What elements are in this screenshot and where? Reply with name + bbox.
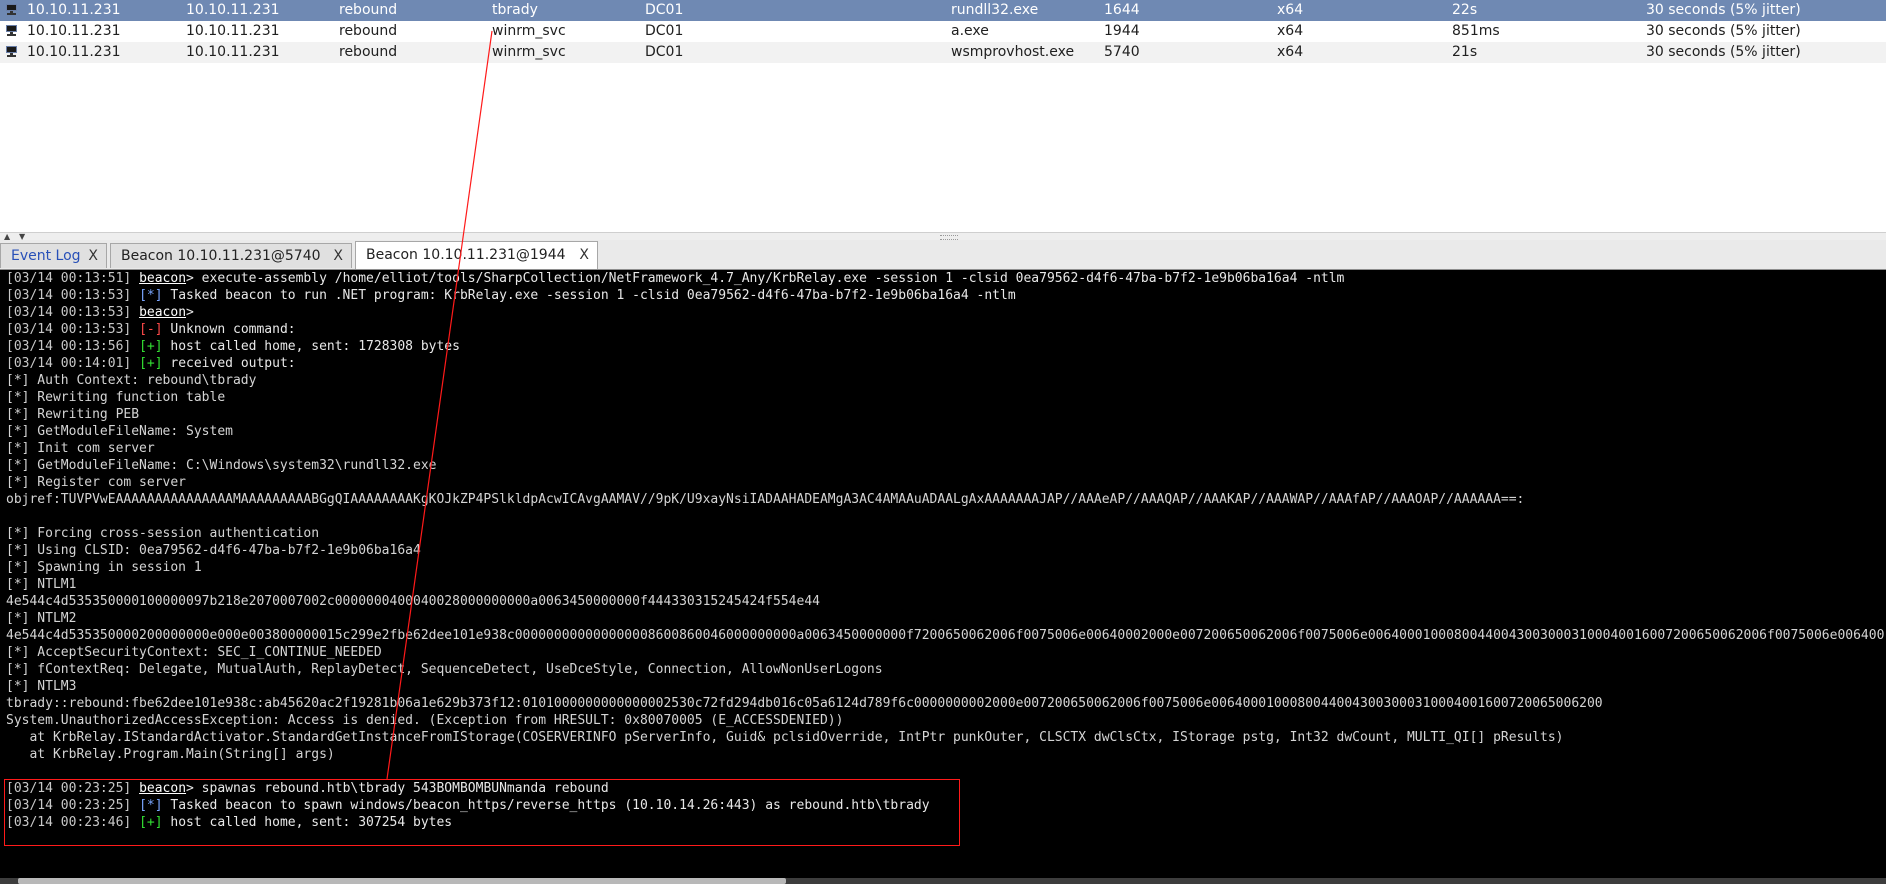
- scrollbar-thumb[interactable]: [18, 878, 786, 884]
- tab-event-log[interactable]: Event Log X: [0, 243, 107, 268]
- command-text: > execute-assembly /home/elliot/tools/Sh…: [186, 271, 1345, 286]
- beacon-prompt: beacon: [139, 271, 187, 286]
- output-line: [*] Forcing cross-session authentication: [6, 526, 320, 541]
- console-line: [03/14 00:13:56] [+] host called home, s…: [6, 338, 460, 355]
- message-text: received output:: [162, 356, 296, 371]
- pid-cell: 1944: [1104, 23, 1140, 39]
- arch-cell: x64: [1277, 44, 1304, 60]
- beacon-prompt: beacon: [139, 305, 187, 320]
- output-line: [*] Register com server: [6, 475, 187, 490]
- sleep-cell: 30 seconds (5% jitter): [1646, 2, 1801, 18]
- output-line: [*] AcceptSecurityContext: SEC_I_CONTINU…: [6, 645, 382, 660]
- error-tag: [-]: [139, 322, 163, 337]
- user-cell: winrm_svc: [492, 44, 566, 60]
- listener-cell: rebound: [339, 44, 398, 60]
- tab-beacon-1944[interactable]: Beacon 10.10.11.231@1944 X: [355, 241, 598, 269]
- external-ip-cell: 10.10.11.231: [27, 2, 121, 18]
- message-text: Unknown command:: [162, 322, 296, 337]
- pid-cell: 1644: [1104, 2, 1140, 18]
- last-seen-cell: 21s: [1452, 44, 1478, 60]
- message-text: Tasked beacon to run .NET program: KrbRe…: [162, 288, 1016, 303]
- output-line: System.UnauthorizedAccessException: Acce…: [6, 713, 844, 728]
- output-line: [*] Using CLSID: 0ea79562-d4f6-47ba-b7f2…: [6, 543, 421, 558]
- command-text: >: [186, 305, 194, 320]
- horizontal-scrollbar[interactable]: [0, 878, 1886, 884]
- listener-cell: rebound: [339, 23, 398, 39]
- beacon-computer-icon: [5, 25, 18, 37]
- tab-label: Event Log: [11, 248, 81, 264]
- close-tab-icon[interactable]: X: [88, 244, 98, 268]
- output-line: 4e544c4d535350000200000000e000e003800000…: [6, 628, 1885, 643]
- console-line: [03/14 00:14:01] [+] received output:: [6, 355, 296, 372]
- output-line: [*] NTLM3: [6, 679, 77, 694]
- output-line: tbrady::rebound:fbe62dee101e938c:ab45620…: [6, 696, 1603, 711]
- beacon-row[interactable]: 10.10.11.231 10.10.11.231 rebound tbrady…: [0, 0, 1886, 21]
- process-cell: wsmprovhost.exe: [951, 44, 1075, 60]
- timestamp: [03/14 00:13:51]: [6, 271, 132, 286]
- user-cell: tbrady: [492, 2, 538, 18]
- message-text: host called home, sent: 1728308 bytes: [162, 339, 460, 354]
- beacon-row[interactable]: 10.10.11.231 10.10.11.231 rebound winrm_…: [0, 21, 1886, 42]
- timestamp: [03/14 00:13:53]: [6, 305, 132, 320]
- output-line: objref:TUVPVwEAAAAAAAAAAAAAAAMAAAAAAAAAB…: [6, 492, 1525, 507]
- output-line: [*] GetModuleFileName: System: [6, 424, 233, 439]
- console-line: [03/14 00:13:53] beacon>: [6, 304, 194, 321]
- tab-label: Beacon 10.10.11.231@1944: [366, 247, 566, 263]
- close-tab-icon[interactable]: X: [579, 242, 589, 269]
- tab-beacon-5740[interactable]: Beacon 10.10.11.231@5740 X: [110, 243, 352, 268]
- output-line: 4e544c4d535350000100000097b218e207000700…: [6, 594, 820, 609]
- console-line: [03/14 00:13:51] beacon> execute-assembl…: [6, 270, 1344, 287]
- timestamp: [03/14 00:14:01]: [6, 356, 132, 371]
- sleep-cell: 30 seconds (5% jitter): [1646, 23, 1801, 39]
- internal-ip-cell: 10.10.11.231: [186, 23, 280, 39]
- computer-cell: DC01: [645, 23, 684, 39]
- highlight-annotation-box: [4, 779, 960, 846]
- output-line: at KrbRelay.IStandardActivator.StandardG…: [6, 730, 1564, 745]
- computer-cell: DC01: [645, 2, 684, 18]
- output-line: [*] Rewriting function table: [6, 390, 226, 405]
- output-line: at KrbRelay.Program.Main(String[] args): [6, 747, 335, 762]
- process-cell: a.exe: [951, 23, 989, 39]
- beacon-computer-icon: [5, 46, 18, 58]
- listener-cell: rebound: [339, 2, 398, 18]
- timestamp: [03/14 00:13:53]: [6, 322, 132, 337]
- beacons-table: 10.10.11.231 10.10.11.231 rebound tbrady…: [0, 0, 1886, 232]
- arch-cell: x64: [1277, 2, 1304, 18]
- external-ip-cell: 10.10.11.231: [27, 44, 121, 60]
- close-tab-icon[interactable]: X: [333, 244, 343, 268]
- last-seen-cell: 851ms: [1452, 23, 1500, 39]
- external-ip-cell: 10.10.11.231: [27, 23, 121, 39]
- beacon-row[interactable]: 10.10.11.231 10.10.11.231 rebound winrm_…: [0, 42, 1886, 63]
- timestamp: [03/14 00:13:56]: [6, 339, 132, 354]
- console-line: [03/14 00:13:53] [*] Tasked beacon to ru…: [6, 287, 1016, 304]
- internal-ip-cell: 10.10.11.231: [186, 44, 280, 60]
- arch-cell: x64: [1277, 23, 1304, 39]
- output-line: [*] Init com server: [6, 441, 155, 456]
- tab-label: Beacon 10.10.11.231@5740: [121, 248, 321, 264]
- process-cell: rundll32.exe: [951, 2, 1039, 18]
- success-tag: [+]: [139, 356, 163, 371]
- computer-cell: DC01: [645, 44, 684, 60]
- last-seen-cell: 22s: [1452, 2, 1478, 18]
- output-line: [*] Auth Context: rebound\tbrady: [6, 373, 257, 388]
- user-cell: winrm_svc: [492, 23, 566, 39]
- success-tag: [+]: [139, 339, 163, 354]
- pid-cell: 5740: [1104, 44, 1140, 60]
- info-tag: [*]: [139, 288, 163, 303]
- output-line: [*] Spawning in session 1: [6, 560, 202, 575]
- timestamp: [03/14 00:13:53]: [6, 288, 132, 303]
- output-line: [*] NTLM2: [6, 611, 77, 626]
- internal-ip-cell: 10.10.11.231: [186, 2, 280, 18]
- tab-bar: Event Log X Beacon 10.10.11.231@5740 X B…: [0, 240, 1886, 270]
- output-line: [*] Rewriting PEB: [6, 407, 140, 422]
- output-line: [*] fContextReq: Delegate, MutualAuth, R…: [6, 662, 883, 677]
- console-line: [03/14 00:13:53] [-] Unknown command:: [6, 321, 296, 338]
- sleep-cell: 30 seconds (5% jitter): [1646, 44, 1801, 60]
- beacon-computer-icon: [5, 4, 18, 16]
- output-line: [*] GetModuleFileName: C:\Windows\system…: [6, 458, 437, 473]
- output-line: [*] NTLM1: [6, 577, 77, 592]
